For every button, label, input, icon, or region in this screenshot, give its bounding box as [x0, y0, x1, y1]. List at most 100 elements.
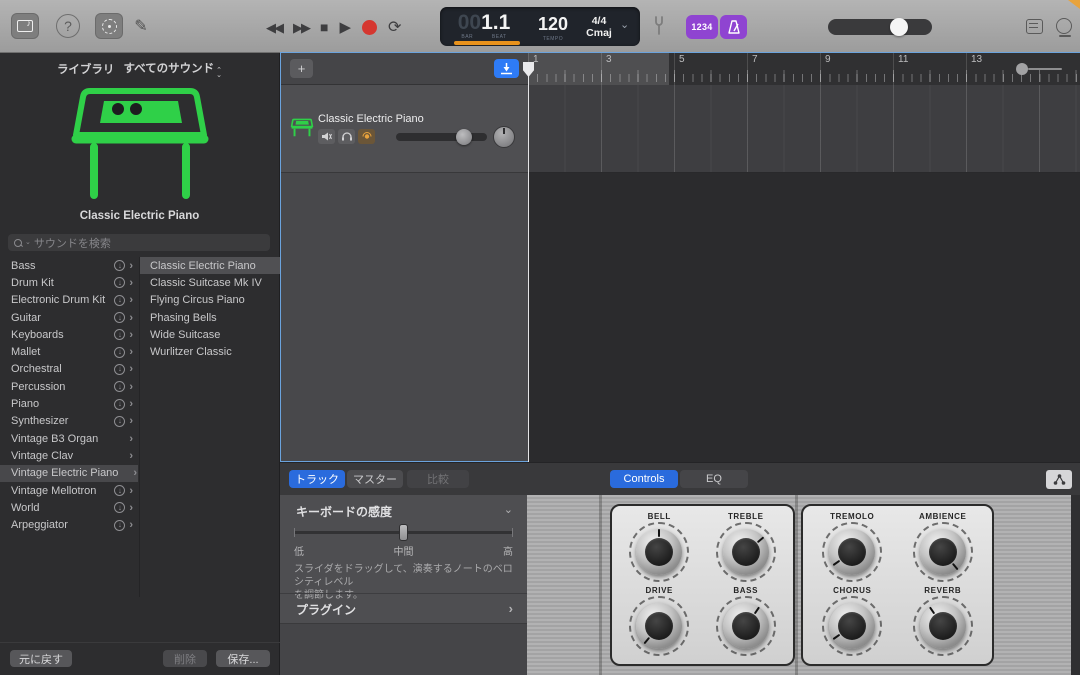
- control-knob[interactable]: [913, 596, 973, 656]
- track-volume-knob[interactable]: [456, 129, 472, 145]
- category-row[interactable]: World ↓ ›: [0, 499, 138, 516]
- count-in-button[interactable]: 1234: [686, 15, 718, 39]
- plugins-row[interactable]: プラグイン ›: [280, 601, 527, 618]
- track-lane[interactable]: [528, 85, 1080, 173]
- category-row[interactable]: Guitar ↓ ›: [0, 309, 138, 326]
- tuner-button[interactable]: [95, 13, 123, 39]
- record-button[interactable]: [362, 20, 377, 35]
- tab-eq[interactable]: EQ: [680, 470, 748, 488]
- download-icon[interactable]: ↓: [114, 364, 125, 375]
- control-knob[interactable]: [822, 522, 882, 582]
- play-button[interactable]: ▶: [339, 20, 351, 35]
- patch-row[interactable]: Classic Electric Piano: [140, 257, 280, 274]
- rewind-button[interactable]: ◀◀: [266, 21, 282, 34]
- category-row[interactable]: Percussion ↓ ›: [0, 378, 138, 395]
- track-pan-knob[interactable]: [493, 126, 515, 148]
- category-row[interactable]: Drum Kit ↓ ›: [0, 274, 138, 291]
- tuning-fork-icon[interactable]: [652, 16, 666, 36]
- category-row[interactable]: Electronic Drum Kit ↓ ›: [0, 292, 138, 309]
- control-knob[interactable]: [913, 522, 973, 582]
- control-knob[interactable]: [629, 522, 689, 582]
- download-icon[interactable]: ↓: [114, 416, 125, 427]
- patch-row[interactable]: Wide Suitcase: [140, 326, 280, 343]
- library-filter-dropdown[interactable]: すべてのサウンド⌃⌄: [123, 60, 222, 78]
- master-volume-slider[interactable]: [828, 19, 932, 35]
- category-row[interactable]: Vintage Clav ↓ ›: [0, 447, 138, 464]
- empty-lane-area[interactable]: [528, 174, 1080, 462]
- forward-button[interactable]: ▶▶: [293, 21, 309, 34]
- patch-row[interactable]: Classic Suitcase Mk IV: [140, 274, 280, 291]
- mute-button[interactable]: [318, 129, 335, 144]
- control-knob[interactable]: [716, 522, 776, 582]
- tab-track[interactable]: トラック: [289, 470, 345, 488]
- sensitivity-section[interactable]: キーボードの感度 ⌄: [280, 503, 527, 520]
- catch-playhead-button[interactable]: [494, 59, 519, 78]
- category-row[interactable]: Arpeggiator ↓ ›: [0, 516, 138, 533]
- control-knob[interactable]: [716, 596, 776, 656]
- download-icon[interactable]: ↓: [114, 502, 125, 513]
- category-row[interactable]: Vintage Electric Piano ↓ ›: [0, 465, 138, 482]
- delete-button[interactable]: 削除: [163, 650, 207, 667]
- knob-pointer: [929, 607, 935, 615]
- control-knob[interactable]: [629, 596, 689, 656]
- download-icon[interactable]: ↓: [114, 399, 125, 410]
- track-volume-slider[interactable]: [396, 133, 487, 141]
- patch-row[interactable]: Wurlitzer Classic: [140, 343, 280, 360]
- save-button[interactable]: 保存...: [216, 650, 270, 667]
- sound-search-field[interactable]: ⌄ サウンドを検索: [8, 234, 270, 251]
- category-row[interactable]: Bass ↓ ›: [0, 257, 138, 274]
- control-knob[interactable]: [822, 596, 882, 656]
- cycle-button[interactable]: ⟳: [388, 17, 401, 37]
- download-icon[interactable]: ↓: [114, 520, 125, 531]
- timeline-zoom-slider[interactable]: [1016, 63, 1062, 75]
- quick-help-button[interactable]: ?: [56, 14, 80, 38]
- sensitivity-slider[interactable]: [294, 531, 513, 534]
- download-icon[interactable]: ↓: [114, 347, 125, 358]
- chevron-down-icon[interactable]: ⌄: [504, 503, 513, 520]
- lcd-chevron-down-icon[interactable]: ⌄: [620, 18, 629, 31]
- category-row[interactable]: Keyboards ↓ ›: [0, 326, 138, 343]
- library-toggle-button[interactable]: [11, 13, 39, 39]
- lcd-display[interactable]: 001.1 BAR BEAT 120 TEMPO 4/4 Cmaj ⌄: [440, 7, 640, 46]
- category-row[interactable]: Synthesizer ↓ ›: [0, 413, 138, 430]
- sensitivity-handle[interactable]: [399, 524, 408, 541]
- download-icon[interactable]: ↓: [114, 260, 125, 271]
- playhead[interactable]: [528, 62, 529, 462]
- add-track-button[interactable]: +: [290, 59, 313, 78]
- download-icon[interactable]: ↓: [114, 277, 125, 288]
- category-row[interactable]: Piano ↓ ›: [0, 395, 138, 412]
- download-icon[interactable]: ↓: [114, 381, 125, 392]
- tab-controls[interactable]: Controls: [610, 470, 678, 488]
- media-browser-button[interactable]: [1024, 17, 1044, 35]
- download-icon[interactable]: ↓: [114, 485, 125, 496]
- download-icon[interactable]: ↓: [114, 312, 125, 323]
- smart-controls-tabbar: トラック マスター 比較 Controls EQ: [280, 462, 1080, 495]
- tab-master[interactable]: マスター: [347, 470, 403, 488]
- track-header[interactable]: Classic Electric Piano: [281, 85, 528, 173]
- bar-ruler[interactable]: 1 3 5 7 9 11 13: [528, 53, 1080, 85]
- metronome-button[interactable]: [720, 15, 747, 39]
- sensitivity-hint: スライダをドラッグして、演奏するノートのベロシティレベル を調節します。: [294, 563, 519, 602]
- category-label: Guitar: [11, 312, 114, 324]
- master-volume-knob[interactable]: [890, 18, 908, 36]
- timeline-zoom-knob[interactable]: [1016, 63, 1028, 75]
- input-monitor-button[interactable]: [358, 129, 375, 144]
- patch-title: Classic Electric Piano: [0, 210, 279, 222]
- download-icon[interactable]: ↓: [114, 329, 125, 340]
- edit-pencil-button[interactable]: ✎: [130, 14, 152, 38]
- undo-button[interactable]: 元に戻す: [10, 650, 72, 667]
- stop-button[interactable]: ■: [320, 20, 328, 34]
- corner-notification-flag: [1068, 0, 1080, 9]
- knob-label: REVERB: [924, 586, 961, 595]
- category-row[interactable]: Orchestral ↓ ›: [0, 361, 138, 378]
- download-icon[interactable]: ↓: [114, 295, 125, 306]
- category-row[interactable]: Vintage Mellotron ↓ ›: [0, 482, 138, 499]
- timeline[interactable]: 1 3 5 7 9 11 13: [528, 53, 1080, 461]
- patch-row[interactable]: Flying Circus Piano: [140, 292, 280, 309]
- loop-browser-button[interactable]: [1053, 16, 1075, 36]
- patch-row[interactable]: Phasing Bells: [140, 309, 280, 326]
- category-row[interactable]: Mallet ↓ ›: [0, 343, 138, 360]
- category-row[interactable]: Vintage B3 Organ ↓ ›: [0, 430, 138, 447]
- solo-button[interactable]: [338, 129, 355, 144]
- patch-graph-button[interactable]: [1046, 470, 1072, 489]
